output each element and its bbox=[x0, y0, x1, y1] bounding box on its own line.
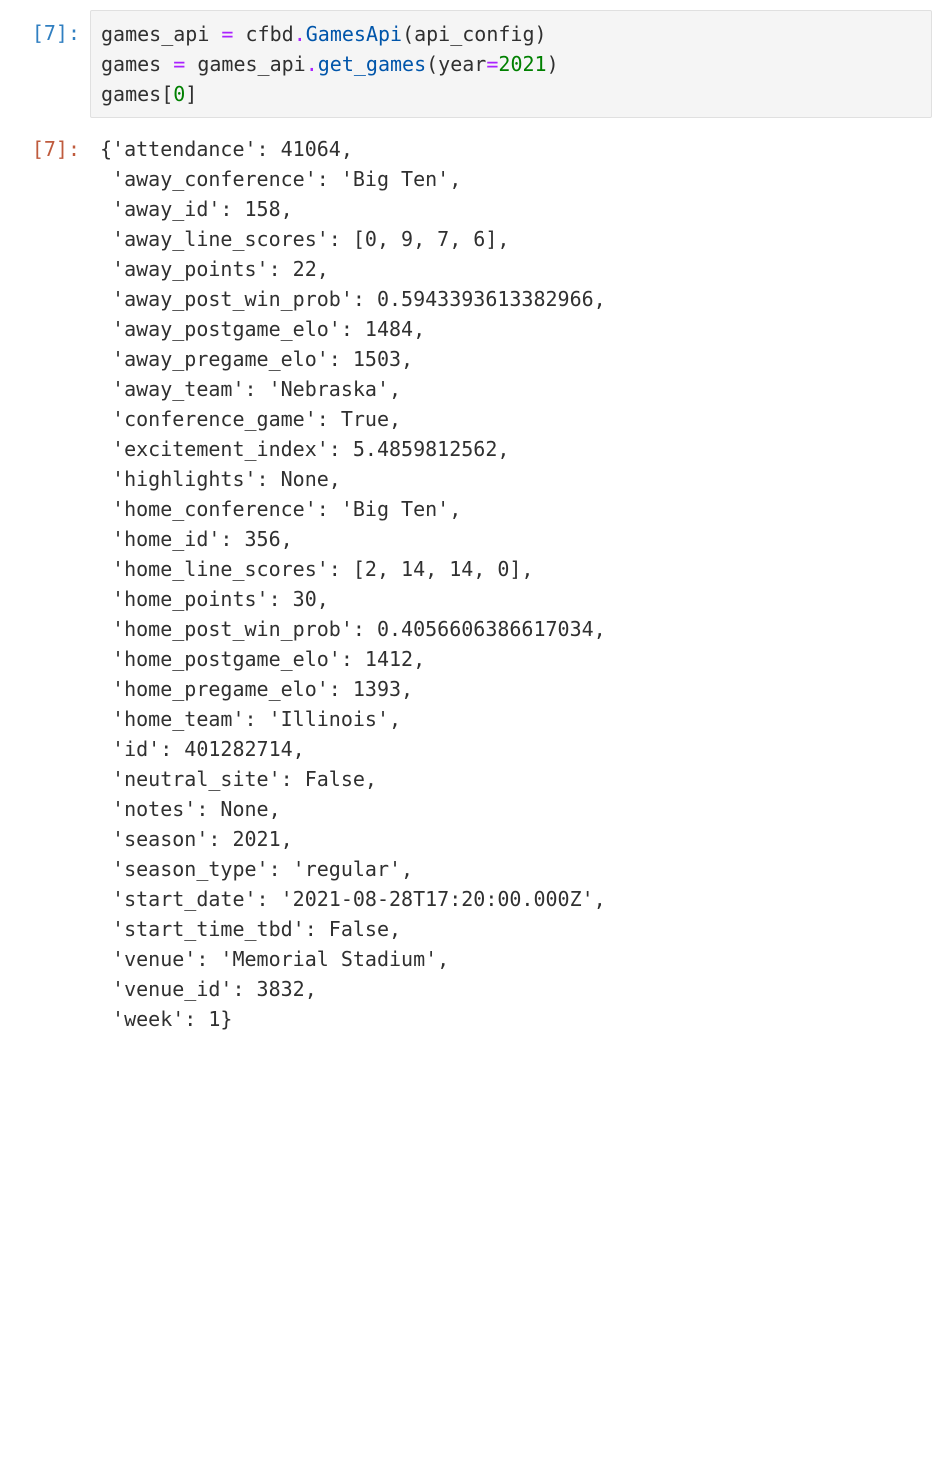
code-token: = bbox=[486, 52, 498, 76]
code-token: GamesApi bbox=[306, 22, 402, 46]
code-token: ) bbox=[547, 52, 559, 76]
code-token: 2021 bbox=[498, 52, 546, 76]
code-token: = bbox=[221, 22, 233, 46]
code-token: . bbox=[294, 22, 306, 46]
code-token: get_games bbox=[318, 52, 426, 76]
output-prompt: [7]: bbox=[10, 126, 90, 164]
code-input[interactable]: games_api = cfbd.GamesApi(api_config) ga… bbox=[90, 10, 932, 118]
code-token: . bbox=[306, 52, 318, 76]
code-token: (api_config) bbox=[402, 22, 547, 46]
code-token: 0 bbox=[173, 82, 185, 106]
code-token: games[ bbox=[101, 82, 173, 106]
code-token: (year bbox=[426, 52, 486, 76]
code-token: cfbd bbox=[233, 22, 293, 46]
code-token: games_api bbox=[185, 52, 305, 76]
code-token: games_api bbox=[101, 22, 221, 46]
code-output: {'attendance': 41064, 'away_conference':… bbox=[90, 126, 932, 1042]
code-token: ] bbox=[185, 82, 197, 106]
input-prompt: [7]: bbox=[10, 10, 90, 48]
code-token: = bbox=[173, 52, 185, 76]
input-cell: [7]: games_api = cfbd.GamesApi(api_confi… bbox=[10, 10, 932, 118]
output-cell: [7]: {'attendance': 41064, 'away_confere… bbox=[10, 126, 932, 1042]
code-token: games bbox=[101, 52, 173, 76]
